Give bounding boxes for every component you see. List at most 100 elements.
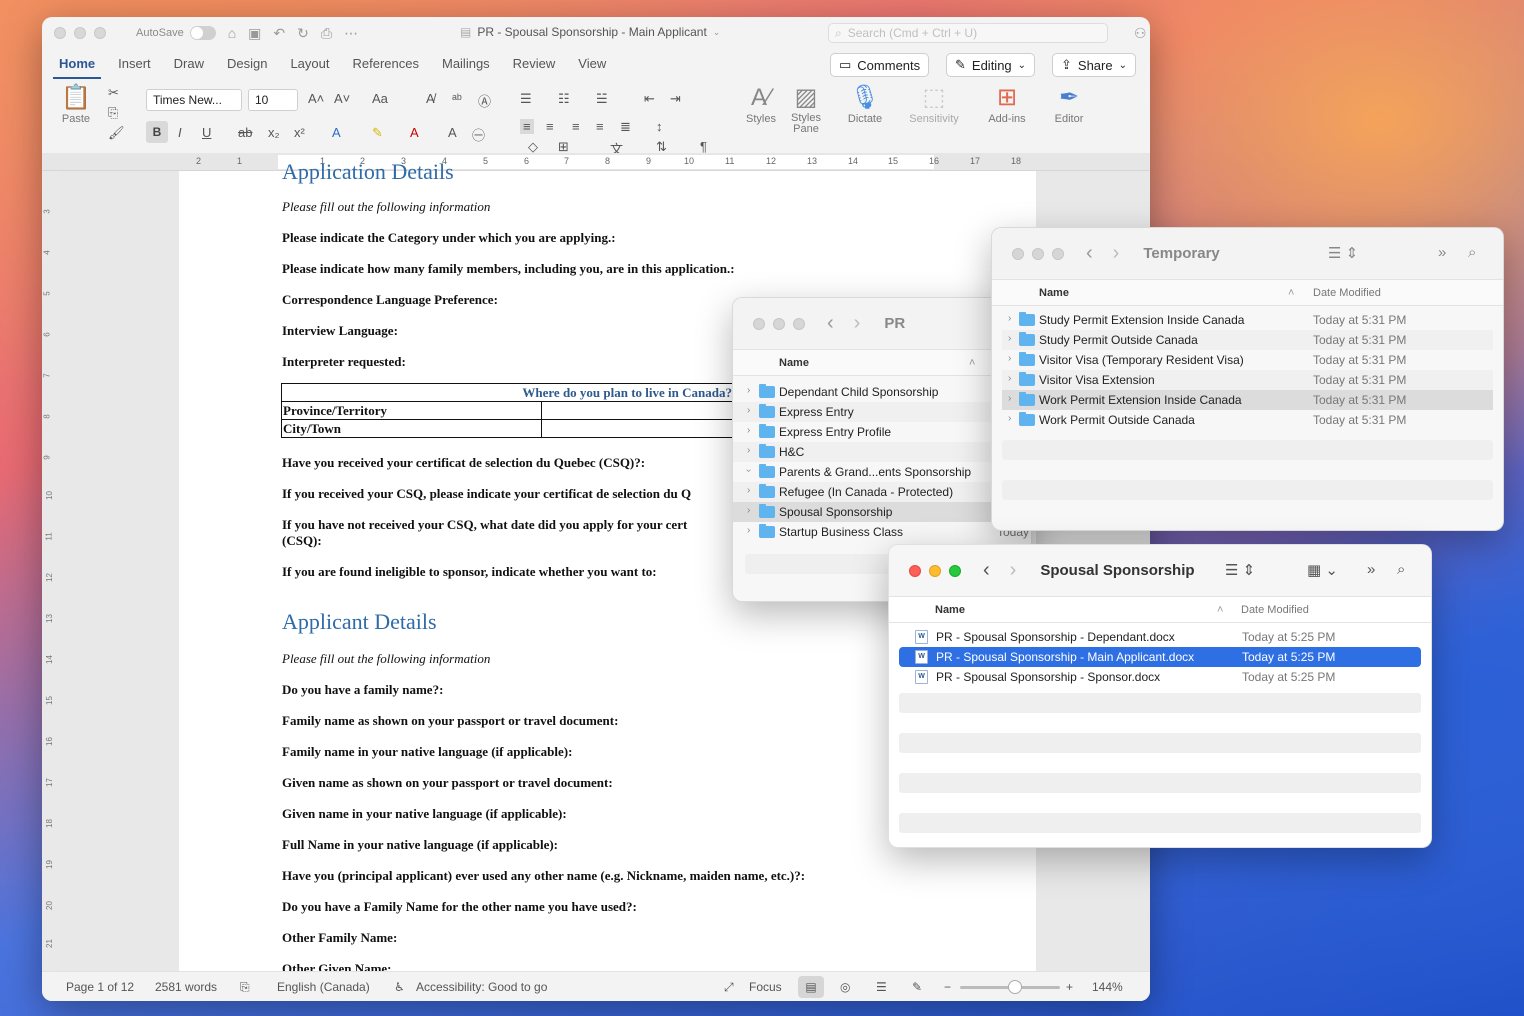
list-item[interactable]: › Work Permit Outside Canada Today at 5:… (1002, 410, 1493, 430)
name-column-header[interactable]: Name (935, 604, 965, 616)
subscript-button[interactable]: x₂ (268, 125, 280, 140)
line-spacing-icon[interactable]: ↕ (656, 119, 663, 134)
addins-button[interactable]: ⊞ Add-ins (982, 83, 1032, 125)
zoom-button[interactable] (793, 317, 805, 330)
undo-icon[interactable]: ↶ (273, 25, 285, 42)
styles-button[interactable]: A⁄ Styles (738, 83, 784, 125)
tab-insert[interactable]: Insert (112, 49, 157, 79)
disclosure-chevron-icon[interactable]: › (1008, 313, 1011, 324)
copy-icon[interactable]: ⎘ (108, 105, 118, 121)
bullets-icon[interactable]: ☰ (520, 91, 532, 107)
forward-icon[interactable]: › (1010, 559, 1017, 582)
increase-indent-icon[interactable]: ⇥ (670, 91, 681, 107)
share-button[interactable]: ⇪ Share ⌄ (1052, 53, 1136, 77)
list-item[interactable]: › Parents & Grand...ents Sponsorship (733, 462, 1031, 482)
name-column-header[interactable]: Name (1039, 287, 1069, 299)
close-button[interactable] (54, 27, 66, 39)
list-item[interactable]: › Visitor Visa Extension Today at 5:31 P… (1002, 370, 1493, 390)
align-left-icon[interactable]: ≡ (520, 119, 534, 134)
horizontal-ruler[interactable]: 2 1 1 2 3 4 5 6 7 8 9 10 11 12 13 14 15 … (42, 153, 1150, 171)
file-row[interactable]: W PR - Spousal Sponsorship - Sponsor.doc… (899, 667, 1421, 687)
word-count[interactable]: 2581 words (155, 980, 217, 994)
disclosure-chevron-icon[interactable]: › (1008, 413, 1011, 424)
bold-button[interactable]: B (146, 121, 168, 143)
disclosure-chevron-icon[interactable]: › (747, 385, 750, 396)
minimize-button[interactable] (773, 317, 785, 330)
print-layout-view-icon[interactable]: ▤ (798, 976, 824, 998)
zoom-slider-handle[interactable] (1008, 980, 1022, 994)
decrease-indent-icon[interactable]: ⇤ (644, 91, 655, 107)
numbering-icon[interactable]: ☷ (558, 91, 570, 107)
shrink-font-icon[interactable]: A˅ (334, 91, 350, 106)
date-column-header[interactable]: Date Modified (1313, 287, 1381, 299)
close-button[interactable] (1012, 247, 1024, 260)
forward-icon[interactable]: › (1113, 242, 1120, 265)
search-icon[interactable]: ⌕ (1397, 561, 1405, 578)
draft-view-icon[interactable]: ✎ (912, 980, 922, 994)
tab-design[interactable]: Design (221, 49, 273, 79)
name-column-header[interactable]: Name (779, 357, 809, 369)
redo-icon[interactable]: ↻ (297, 25, 309, 42)
web-layout-icon[interactable]: ◎ (840, 980, 850, 994)
sensitivity-button[interactable]: ⬚ Sensitivity (904, 83, 964, 125)
more-tools-icon[interactable]: » (1438, 244, 1446, 261)
font-size-select[interactable]: 10 (248, 89, 298, 111)
show-formatting-icon[interactable]: ¶ (700, 139, 707, 154)
distributed-icon[interactable]: ≣ (620, 119, 631, 135)
grid-view-icon[interactable]: ▦ ⌄ (1307, 561, 1338, 579)
cut-icon[interactable]: ✂ (108, 85, 119, 101)
home-icon[interactable]: ⌂ (228, 25, 236, 41)
accessibility-status[interactable]: Accessibility: Good to go (416, 980, 547, 994)
minimize-button[interactable] (74, 27, 86, 39)
tab-review[interactable]: Review (507, 49, 562, 79)
proofing-icon[interactable]: ⎘ (240, 980, 250, 995)
disclosure-chevron-icon[interactable]: › (747, 485, 750, 496)
focus-button[interactable]: Focus (749, 980, 782, 994)
tab-draw[interactable]: Draw (168, 49, 210, 79)
disclosure-chevron-icon[interactable]: › (743, 469, 754, 472)
save-icon[interactable]: ▣ (248, 25, 261, 42)
tab-layout[interactable]: Layout (284, 49, 335, 79)
list-view-icon[interactable]: ☰ ⇕ (1225, 561, 1255, 579)
list-item-selected[interactable]: › Work Permit Extension Inside Canada To… (1002, 390, 1493, 410)
shading-icon[interactable]: A (448, 125, 457, 140)
outline-view-icon[interactable]: ☰ (876, 980, 887, 994)
list-item[interactable]: › Refugee (In Canada - Protected) (733, 482, 1031, 502)
change-case-icon[interactable]: Aa (372, 91, 388, 106)
list-item[interactable]: › Study Permit Outside Canada Today at 5… (1002, 330, 1493, 350)
zoom-out-button[interactable]: − (944, 980, 951, 994)
highlight-icon[interactable]: ✎ (372, 125, 383, 141)
phonetic-guide-icon[interactable]: ᵃᵇ (452, 91, 462, 106)
editor-button[interactable]: ✒ Editor (1044, 83, 1094, 125)
print-icon[interactable]: ⎙ (321, 25, 332, 42)
zoom-button[interactable] (949, 564, 961, 577)
list-item[interactable]: › Express Entry (733, 402, 1031, 422)
paste-button[interactable]: 📋 Paste (56, 83, 96, 125)
more-tools-icon[interactable]: » (1367, 561, 1375, 578)
back-icon[interactable]: ‹ (983, 559, 990, 582)
tab-mailings[interactable]: Mailings (436, 49, 496, 79)
list-item[interactable]: › Dependant Child Sponsorship (733, 382, 1031, 402)
more-icon[interactable]: ⋯ (344, 25, 358, 42)
autosave-control[interactable]: AutoSave (136, 26, 216, 40)
italic-button[interactable]: I (178, 125, 182, 140)
underline-button[interactable]: U (202, 125, 211, 140)
back-icon[interactable]: ‹ (1086, 242, 1093, 265)
forward-icon[interactable]: › (854, 312, 861, 335)
date-column-header[interactable]: Date Modified (1241, 604, 1309, 616)
disclosure-chevron-icon[interactable]: › (1008, 373, 1011, 384)
zoom-button[interactable] (94, 27, 106, 39)
justify-icon[interactable]: ≡ (596, 119, 604, 134)
list-item[interactable]: › H&C (733, 442, 1031, 462)
superscript-button[interactable]: x² (294, 125, 305, 140)
table-cell-empty[interactable] (541, 401, 741, 420)
table-cell-empty[interactable] (541, 419, 741, 438)
grow-font-icon[interactable]: A˄ (308, 91, 324, 106)
search-icon[interactable]: ⌕ (1468, 244, 1476, 261)
tab-references[interactable]: References (347, 49, 425, 79)
list-item[interactable]: › Study Permit Extension Inside Canada T… (1002, 310, 1493, 330)
document-title[interactable]: ▤ PR - Spousal Sponsorship - Main Applic… (460, 25, 720, 39)
language-status[interactable]: English (Canada) (277, 980, 370, 994)
editing-button[interactable]: ✎ Editing ⌄ (946, 53, 1036, 77)
zoom-in-button[interactable]: + (1066, 980, 1073, 994)
